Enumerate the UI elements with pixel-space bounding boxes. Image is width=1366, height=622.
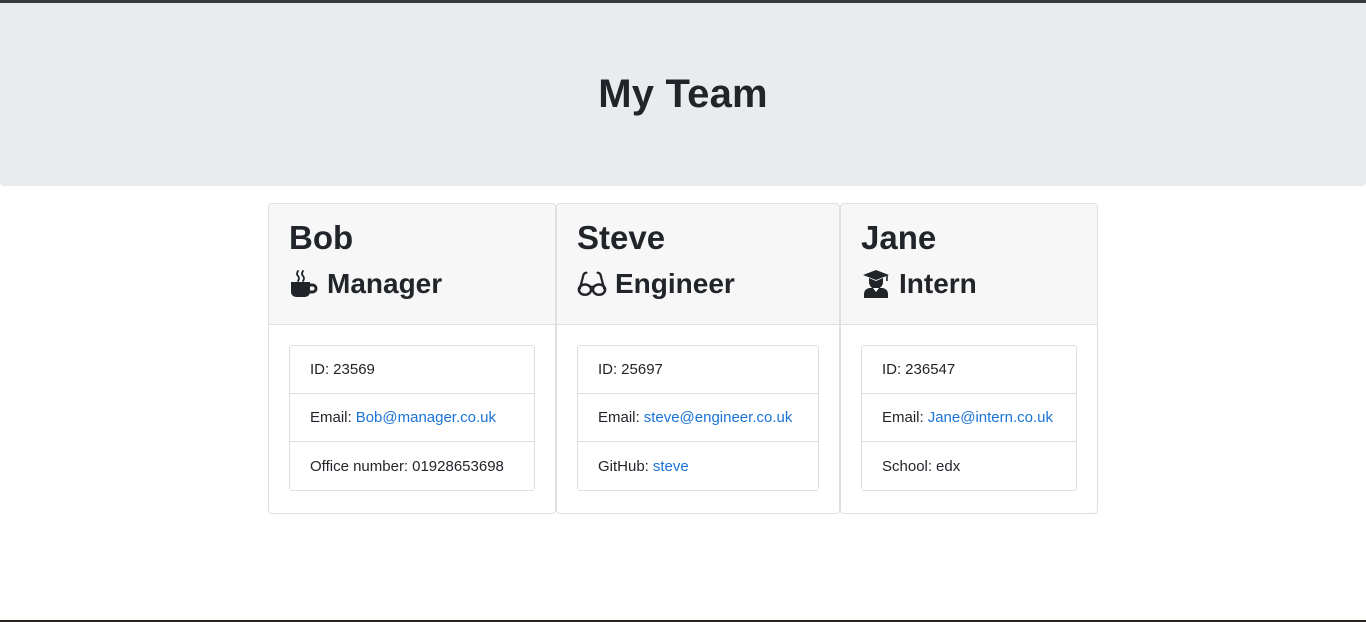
page-header: My Team	[0, 3, 1366, 186]
email-link[interactable]: Bob@manager.co.uk	[356, 409, 496, 426]
employee-name: Bob	[289, 219, 354, 256]
page-title: My Team	[598, 72, 768, 116]
card-header: Jane Intern	[841, 204, 1097, 325]
employee-role: Engineer	[577, 267, 819, 301]
office-number-value: 01928653698	[412, 457, 504, 475]
role-label: Engineer	[615, 268, 735, 299]
id-label: ID:	[310, 361, 330, 378]
office-number-row: Office number: 01928653698	[290, 442, 534, 490]
email-link[interactable]: steve@engineer.co.uk	[644, 409, 793, 426]
details-list: ID: 236547 Email: Jane@intern.co.uk Scho…	[861, 345, 1077, 491]
employee-name: Steve	[577, 219, 666, 256]
coffee-mug-icon	[289, 269, 319, 299]
card-header: Bob Manager	[269, 204, 555, 325]
email-row: Email: steve@engineer.co.uk	[578, 394, 818, 442]
id-value: 23569	[333, 361, 375, 378]
email-row: Email: Jane@intern.co.uk	[862, 394, 1076, 442]
email-label: Email:	[598, 409, 640, 426]
school-value: edx	[936, 457, 961, 475]
id-row: ID: 23569	[290, 346, 534, 394]
role-label: Intern	[899, 268, 977, 299]
school-label: School:	[882, 457, 933, 475]
email-label: Email:	[882, 409, 924, 426]
card-header: Steve Engineer	[557, 204, 839, 325]
employee-role: Manager	[289, 267, 535, 301]
id-row: ID: 25697	[578, 346, 818, 394]
details-list: ID: 25697 Email: steve@engineer.co.uk Gi…	[577, 345, 819, 491]
github-link[interactable]: steve	[653, 458, 689, 475]
employee-card-engineer: Steve Engineer ID: 25697 Email: steve@en…	[556, 203, 840, 514]
github-label: GitHub:	[598, 457, 649, 475]
office-number-label: Office number:	[310, 457, 409, 475]
graduate-icon	[861, 269, 891, 299]
role-label: Manager	[327, 268, 443, 299]
details-list: ID: 23569 Email: Bob@manager.co.uk Offic…	[289, 345, 535, 491]
github-row: GitHub: steve	[578, 442, 818, 490]
id-label: ID:	[882, 361, 902, 378]
card-body: ID: 23569 Email: Bob@manager.co.uk Offic…	[269, 325, 555, 491]
glasses-icon	[577, 269, 607, 299]
card-body: ID: 25697 Email: steve@engineer.co.uk Gi…	[557, 325, 839, 491]
id-value: 25697	[621, 361, 663, 378]
employee-role: Intern	[861, 267, 1077, 301]
card-body: ID: 236547 Email: Jane@intern.co.uk Scho…	[841, 325, 1097, 491]
email-label: Email:	[310, 409, 352, 426]
email-link[interactable]: Jane@intern.co.uk	[928, 409, 1053, 426]
id-label: ID:	[598, 361, 618, 378]
employee-name: Jane	[861, 219, 937, 256]
employee-card-intern: Jane Intern ID: 236547 Email: Jane@inter…	[840, 203, 1098, 514]
id-value: 236547	[905, 361, 956, 378]
employee-card-manager: Bob Manager ID: 23569 Email: Bob@manager…	[268, 203, 556, 514]
id-row: ID: 236547	[862, 346, 1076, 394]
email-row: Email: Bob@manager.co.uk	[290, 394, 534, 442]
school-row: School: edx	[862, 442, 1076, 490]
